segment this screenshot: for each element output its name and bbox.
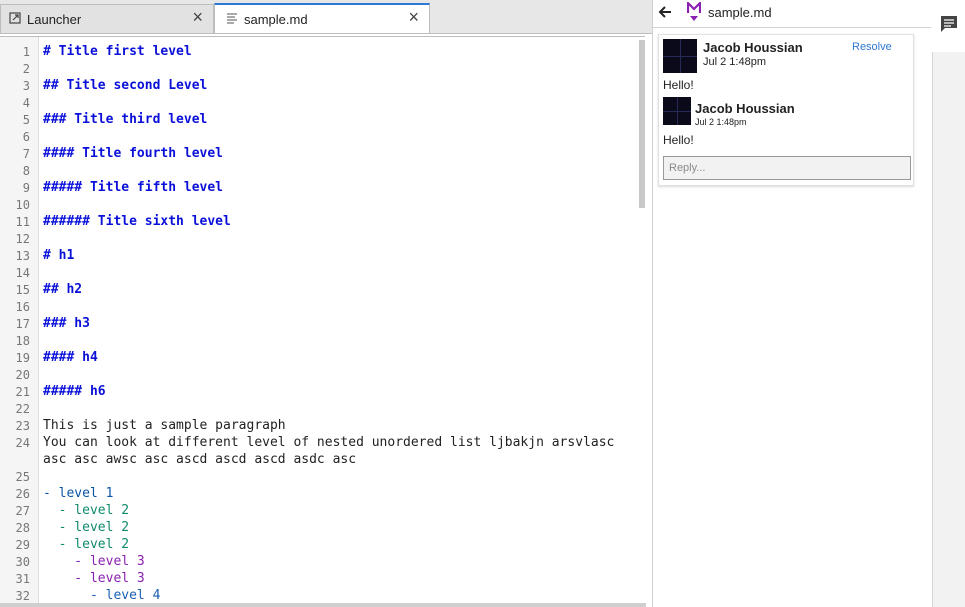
line-number: 5	[22, 113, 30, 127]
code-line: ## h2	[43, 282, 83, 297]
line-number: 25	[15, 470, 30, 484]
code-line: - level 3	[43, 554, 145, 569]
vertical-scrollbar[interactable]	[639, 40, 645, 208]
back-arrow-icon[interactable]	[656, 3, 674, 21]
code-line: - level 2	[43, 503, 130, 518]
comment-thread: Jacob Houssian Jul 2 1:48pm Resolve Hell…	[658, 34, 914, 186]
tab-launcher[interactable]: Launcher ×	[0, 4, 214, 33]
code-line: - level 2	[43, 520, 130, 535]
line-number: 1	[22, 45, 30, 59]
line-number: 6	[22, 130, 30, 144]
comment-text: Hello!	[663, 133, 694, 147]
line-number: 22	[15, 402, 30, 416]
code-line: - level 2	[43, 537, 130, 552]
line-number: 29	[15, 538, 30, 552]
avatar	[663, 39, 697, 73]
line-number: 3	[22, 79, 30, 93]
line-number: 30	[15, 555, 30, 569]
code-line: ###### Title sixth level	[43, 214, 231, 229]
tab-label: Launcher	[27, 12, 82, 27]
code-line: ### Title third level	[43, 112, 208, 127]
tab-label: sample.md	[244, 12, 308, 27]
line-number: 7	[22, 147, 30, 161]
line-number: 20	[15, 368, 30, 382]
line-number: 18	[15, 334, 30, 348]
code-line: ### h3	[43, 316, 90, 331]
line-number: 9	[22, 181, 30, 195]
comments-header: sample.md	[653, 0, 931, 28]
line-number: 17	[15, 317, 30, 331]
line-number: 12	[15, 232, 30, 246]
line-number: 19	[15, 351, 30, 365]
avatar	[663, 97, 691, 125]
editor-area: Launcher × sample.md × 1 2 3 4 5 6 7 8 9 10 11 12 13…	[0, 0, 653, 607]
line-number: 8	[22, 164, 30, 178]
code-line: ##### Title fifth level	[43, 180, 224, 195]
code-line: #### Title fourth level	[43, 146, 224, 161]
line-number: 23	[15, 419, 30, 433]
code-line: # Title first level	[43, 44, 192, 59]
line-number: 16	[15, 300, 30, 314]
code-line: This is just a sample paragraph	[43, 418, 286, 433]
comment-time: Jul 2 1:48pm	[703, 56, 766, 68]
code-line: - level 1	[43, 486, 114, 501]
tab-sample-md[interactable]: sample.md ×	[214, 3, 430, 33]
reply-input[interactable]	[663, 156, 911, 180]
line-number: 11	[15, 215, 30, 229]
line-number: 2	[22, 62, 30, 76]
code-line: - level 3	[43, 571, 145, 586]
comments-filename: sample.md	[708, 5, 772, 20]
line-number: 13	[15, 249, 30, 263]
code-line: You can look at different level of neste…	[43, 435, 615, 450]
code-line: ##### h6	[43, 384, 106, 399]
line-number: 31	[15, 572, 30, 586]
line-number: 27	[15, 504, 30, 518]
close-icon[interactable]: ×	[192, 8, 203, 26]
close-icon[interactable]: ×	[408, 8, 419, 26]
comment-time: Jul 2 1:48pm	[695, 117, 747, 127]
code-line: #### h4	[43, 350, 98, 365]
code-editor[interactable]: 1 2 3 4 5 6 7 8 9 10 11 12 13 14 15 16 17 18 19 20 21 22 23 24 2…	[0, 36, 645, 605]
comment-author: Jacob Houssian	[703, 40, 803, 55]
code-line: ## Title second Level	[43, 78, 208, 93]
comment-author: Jacob Houssian	[695, 101, 795, 116]
line-number: 28	[15, 521, 30, 535]
file-text-icon	[227, 13, 237, 24]
code-line: asc asc awsc asc ascd ascd ascd asdc asc	[43, 452, 357, 467]
tab-bar: Launcher × sample.md ×	[0, 0, 652, 34]
code-line: - level 4	[43, 588, 161, 603]
comment-icon[interactable]	[940, 15, 958, 33]
markdown-icon	[687, 2, 701, 21]
resolve-button[interactable]: Resolve	[852, 41, 892, 53]
side-strip	[932, 52, 965, 607]
line-number: 24	[15, 436, 30, 450]
line-number: 26	[15, 487, 30, 501]
horizontal-scrollbar[interactable]	[0, 603, 646, 607]
line-number: 21	[15, 385, 30, 399]
launcher-icon	[9, 12, 21, 24]
line-number: 32	[15, 589, 30, 603]
comment-text: Hello!	[663, 78, 694, 92]
line-number: 15	[15, 283, 30, 297]
line-gutter: 1 2 3 4 5 6 7 8 9 10 11 12 13 14 15 16 17 18 19 20 21 22 23 24 2…	[0, 37, 39, 605]
line-number: 10	[15, 198, 30, 212]
comments-panel: sample.md Jacob Houssian Jul 2 1:48pm Re…	[653, 0, 965, 607]
code-line: # h1	[43, 248, 75, 263]
line-number: 14	[15, 266, 30, 280]
line-number: 4	[22, 96, 30, 110]
